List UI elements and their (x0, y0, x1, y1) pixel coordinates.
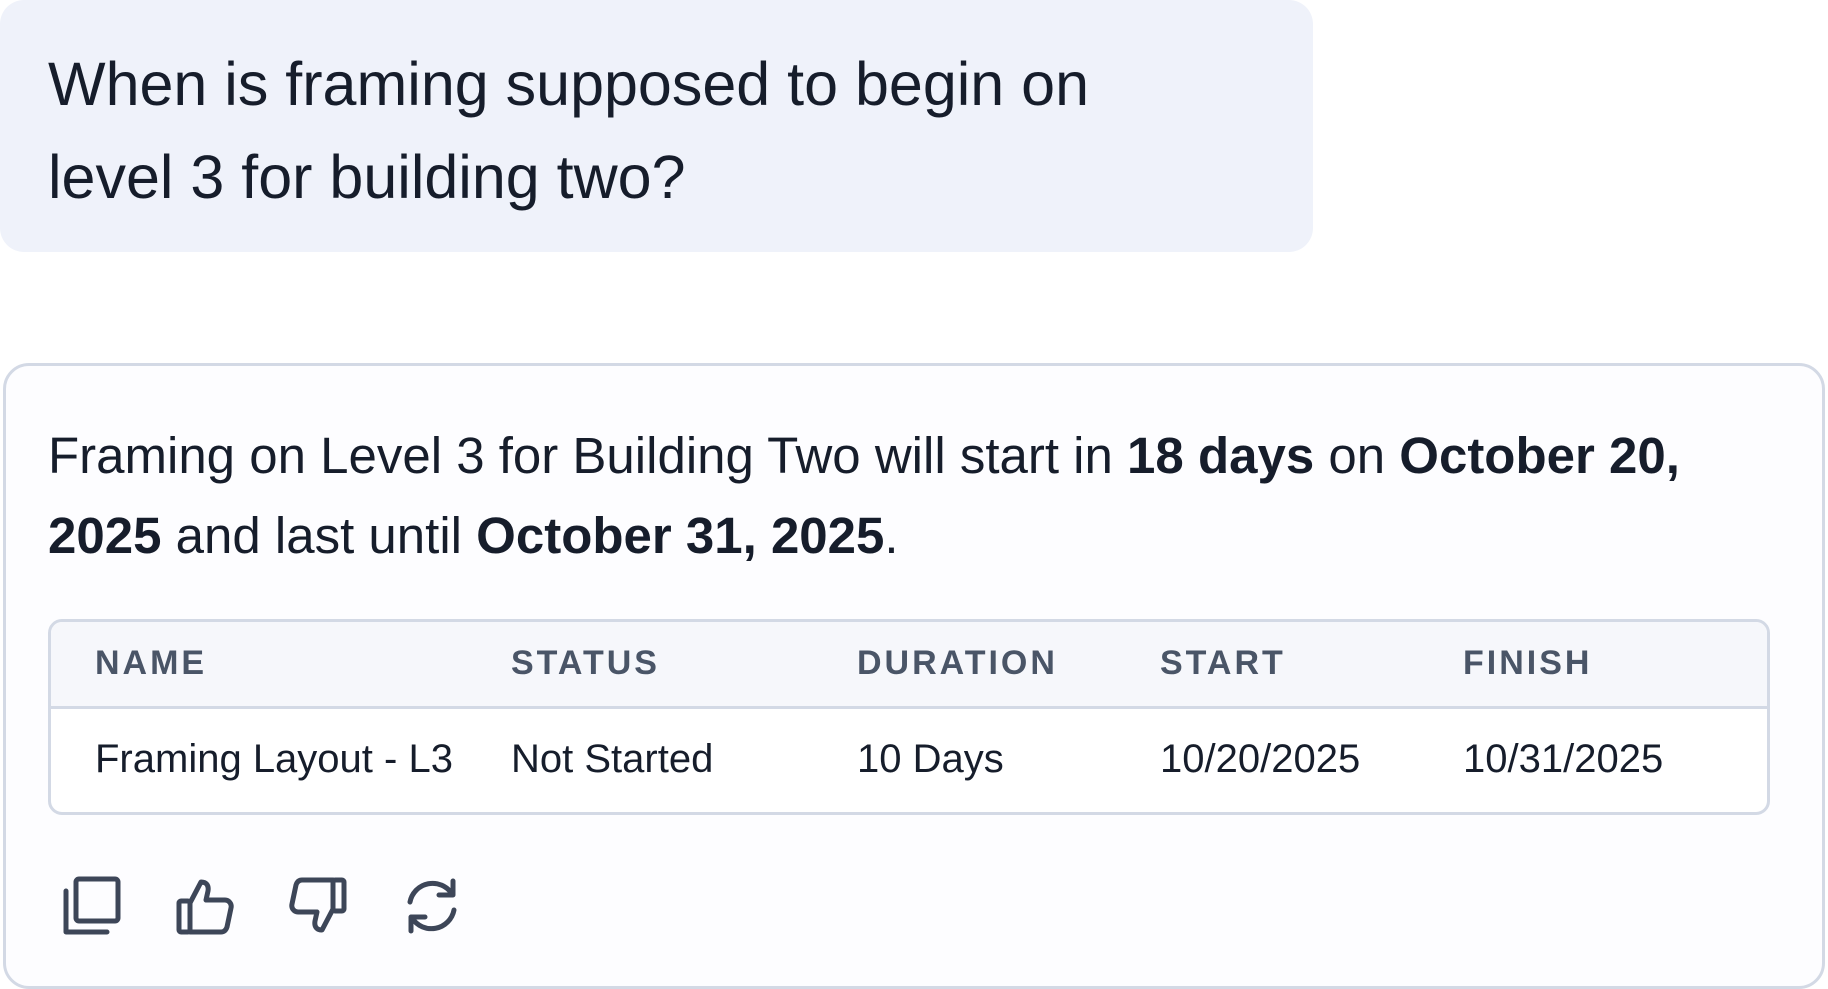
thumbs-down-button[interactable] (286, 874, 350, 938)
answer-segment: and last until (161, 507, 477, 564)
user-message-text: When is framing supposed to begin on lev… (48, 50, 1090, 211)
answer-segment: on (1314, 427, 1400, 484)
user-message-bubble: When is framing supposed to begin on lev… (0, 0, 1313, 252)
table-row: Framing Layout - L3 Not Started 10 Days … (51, 709, 1767, 812)
thumbs-down-icon (289, 877, 347, 933)
answer-highlight-days: 18 days (1127, 427, 1315, 484)
column-header-start: START (1160, 644, 1286, 682)
chat-view: When is framing supposed to begin on lev… (0, 0, 1828, 989)
cell-start: 10/20/2025 (1160, 737, 1361, 781)
copy-button[interactable] (60, 874, 124, 938)
regenerate-icon (407, 878, 457, 934)
assistant-answer-text: Framing on Level 3 for Building Two will… (48, 416, 1788, 576)
thumbs-up-icon (176, 879, 234, 935)
copy-icon (63, 876, 121, 935)
answer-segment: . (884, 507, 899, 564)
cell-duration: 10 Days (857, 737, 1004, 781)
answer-highlight-finish-date: October 31, 2025 (476, 507, 885, 564)
regenerate-button[interactable] (400, 874, 464, 938)
cell-name: Framing Layout - L3 (95, 737, 453, 781)
table-header-row: NAME STATUS DURATION START FINISH (51, 622, 1767, 709)
schedule-table: NAME STATUS DURATION START FINISH Framin… (48, 619, 1770, 815)
answer-segment: Framing on Level 3 for Building Two will… (48, 427, 1128, 484)
cell-status: Not Started (511, 737, 714, 781)
cell-finish: 10/31/2025 (1463, 737, 1664, 781)
column-header-status: STATUS (511, 644, 660, 682)
column-header-name: NAME (95, 644, 208, 682)
thumbs-up-button[interactable] (173, 874, 237, 938)
column-header-finish: FINISH (1463, 644, 1593, 682)
assistant-reply-card: Framing on Level 3 for Building Two will… (3, 363, 1825, 989)
column-header-duration: DURATION (857, 644, 1058, 682)
